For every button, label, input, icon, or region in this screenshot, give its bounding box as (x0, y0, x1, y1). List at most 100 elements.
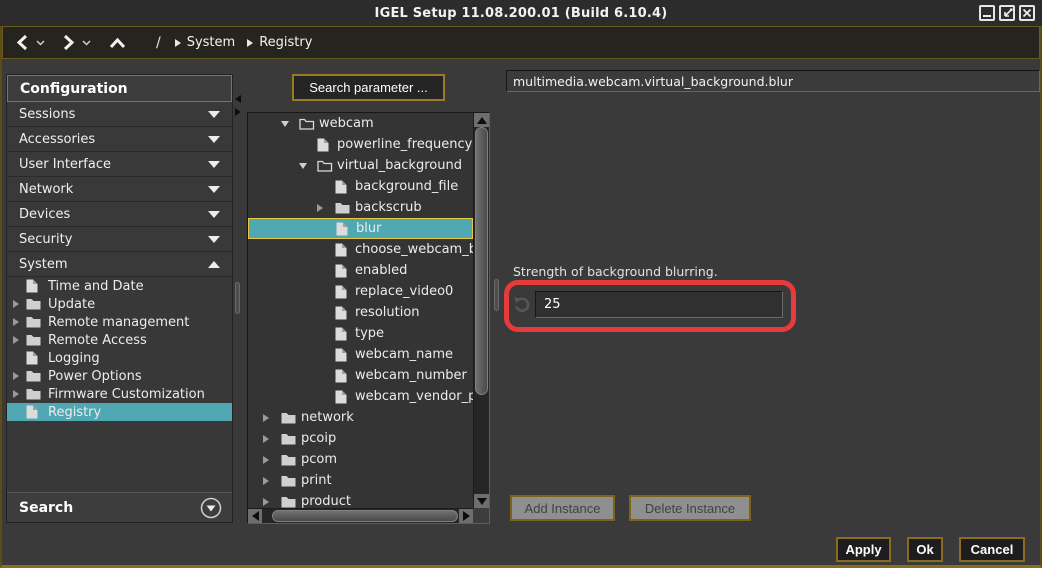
expander-expanded-icon[interactable] (299, 163, 317, 169)
apply-button[interactable]: Apply (836, 537, 891, 562)
expander-collapsed-icon[interactable] (263, 477, 281, 485)
parameter-value-input[interactable] (535, 291, 783, 318)
horizontal-scroll-thumb[interactable] (272, 510, 458, 522)
file-icon (335, 285, 352, 299)
sidebar-item-registry[interactable]: Registry (7, 403, 232, 421)
vertical-scroll-thumb[interactable] (475, 127, 488, 395)
search-parameter-button[interactable]: Search parameter ... (292, 74, 445, 101)
tree-node-pcoip[interactable]: pcoip (248, 428, 473, 449)
sidebar-item-time-and-date[interactable]: Time and Date (7, 277, 232, 295)
tree-node-webcam-number[interactable]: webcam_number (248, 365, 473, 386)
tree-node-print[interactable]: print (248, 470, 473, 491)
sidebar-section-security[interactable]: Security (7, 227, 232, 252)
tree-node-product[interactable]: product (248, 491, 473, 508)
tree-node-resolution[interactable]: resolution (248, 302, 473, 323)
delete-instance-button[interactable]: Delete Instance (629, 495, 751, 521)
sidebar-section-label: Network (19, 182, 73, 197)
tree-node-virtual-background[interactable]: virtual_background (248, 155, 473, 176)
tree-node-pcom[interactable]: pcom (248, 449, 473, 470)
expander-collapsed-icon[interactable] (13, 318, 26, 326)
sidebar-section-system[interactable]: System (7, 252, 232, 277)
configuration-sidebar: Configuration SessionsAccessoriesUser In… (6, 74, 233, 523)
sidebar-item-update[interactable]: Update (7, 295, 232, 313)
sidebar-splitter-grip[interactable] (235, 282, 240, 314)
search-section-header[interactable]: Search (7, 492, 232, 522)
close-button[interactable] (1019, 5, 1035, 21)
expander-collapsed-icon[interactable] (13, 300, 26, 308)
file-icon (26, 405, 48, 419)
back-button[interactable] (15, 34, 30, 51)
sidebar-section-network[interactable]: Network (7, 177, 232, 202)
folder-open-icon (299, 118, 316, 130)
folder-icon (26, 370, 48, 382)
breadcrumb-root[interactable]: / (156, 35, 161, 51)
sidebar-item-power-options[interactable]: Power Options (7, 367, 232, 385)
back-history-caret[interactable] (36, 40, 45, 46)
sidebar-item-firmware-customization[interactable]: Firmware Customization (7, 385, 232, 403)
scroll-down-button[interactable] (474, 494, 489, 508)
forward-history-caret[interactable] (82, 40, 91, 46)
expander-collapsed-icon[interactable] (317, 204, 335, 212)
reset-to-default-button[interactable] (512, 295, 532, 313)
tree-node-label: webcam_name (352, 347, 453, 362)
expander-collapsed-icon[interactable] (263, 498, 281, 506)
tree-node-network[interactable]: network (248, 407, 473, 428)
sidebar-section-label: Sessions (19, 107, 75, 122)
sidebar-item-label: Power Options (48, 369, 142, 384)
horizontal-scrollbar[interactable] (248, 508, 473, 523)
restore-button[interactable] (999, 5, 1015, 21)
horizontal-scroll-track[interactable] (262, 509, 459, 523)
expander-collapsed-icon[interactable] (263, 456, 281, 464)
breadcrumb-label: Registry (259, 35, 312, 50)
add-instance-button[interactable]: Add Instance (510, 495, 615, 521)
file-icon (26, 279, 48, 293)
scroll-right-button[interactable] (459, 509, 473, 523)
sidebar-section-label: Security (19, 232, 72, 247)
file-icon (336, 222, 353, 236)
sidebar-section-devices[interactable]: Devices (7, 202, 232, 227)
tree-node-webcam-vendor-pro[interactable]: webcam_vendor_pro (248, 386, 473, 407)
sidebar-section-user-interface[interactable]: User Interface (7, 152, 232, 177)
tree-node-blur[interactable]: blur (248, 218, 473, 239)
breadcrumb-system[interactable]: System (175, 35, 235, 50)
scroll-left-button[interactable] (248, 509, 262, 523)
expander-collapsed-icon[interactable] (13, 390, 26, 398)
tree-node-backscrub[interactable]: backscrub (248, 197, 473, 218)
sidebar-item-remote-access[interactable]: Remote Access (7, 331, 232, 349)
sidebar-section-label: System (19, 257, 67, 272)
forward-button[interactable] (61, 34, 76, 51)
expander-expanded-icon[interactable] (281, 121, 299, 127)
scroll-up-button[interactable] (474, 113, 489, 127)
expand-search-icon[interactable] (200, 497, 222, 519)
parameter-path-field[interactable]: multimedia.webcam.virtual_background.blu… (506, 70, 1040, 92)
minimize-button[interactable] (979, 5, 995, 21)
sidebar-item-remote-management[interactable]: Remote management (7, 313, 232, 331)
expander-collapsed-icon[interactable] (13, 372, 26, 380)
vertical-scroll-track[interactable] (474, 127, 489, 494)
expander-collapsed-icon[interactable] (13, 336, 26, 344)
sidebar-section-sessions[interactable]: Sessions (7, 102, 232, 127)
ok-button[interactable]: Ok (907, 537, 943, 562)
vertical-scrollbar[interactable] (473, 113, 489, 508)
collapse-right-icon[interactable] (235, 108, 241, 116)
tree-node-choose-webcam-by[interactable]: choose_webcam_by (248, 239, 473, 260)
expander-collapsed-icon[interactable] (263, 414, 281, 422)
tree-node-background-file[interactable]: background_file (248, 176, 473, 197)
tree-node-replace-video0[interactable]: replace_video0 (248, 281, 473, 302)
tree-node-type[interactable]: type (248, 323, 473, 344)
tree-node-label: enabled (352, 263, 407, 278)
registry-tree-panel: webcampowerline_frequencyvirtual_backgro… (247, 112, 490, 524)
up-level-button[interactable] (109, 37, 126, 49)
detail-splitter-grip[interactable] (494, 279, 499, 311)
collapse-left-icon[interactable] (235, 95, 241, 103)
sidebar-section-accessories[interactable]: Accessories (7, 127, 232, 152)
tree-node-webcam-name[interactable]: webcam_name (248, 344, 473, 365)
tree-node-powerline-frequency[interactable]: powerline_frequency (248, 134, 473, 155)
tree-node-webcam[interactable]: webcam (248, 113, 473, 134)
breadcrumb-registry[interactable]: Registry (247, 35, 312, 50)
tree-node-enabled[interactable]: enabled (248, 260, 473, 281)
close-icon (1022, 8, 1032, 18)
expander-collapsed-icon[interactable] (263, 435, 281, 443)
sidebar-item-logging[interactable]: Logging (7, 349, 232, 367)
cancel-button[interactable]: Cancel (959, 537, 1025, 562)
